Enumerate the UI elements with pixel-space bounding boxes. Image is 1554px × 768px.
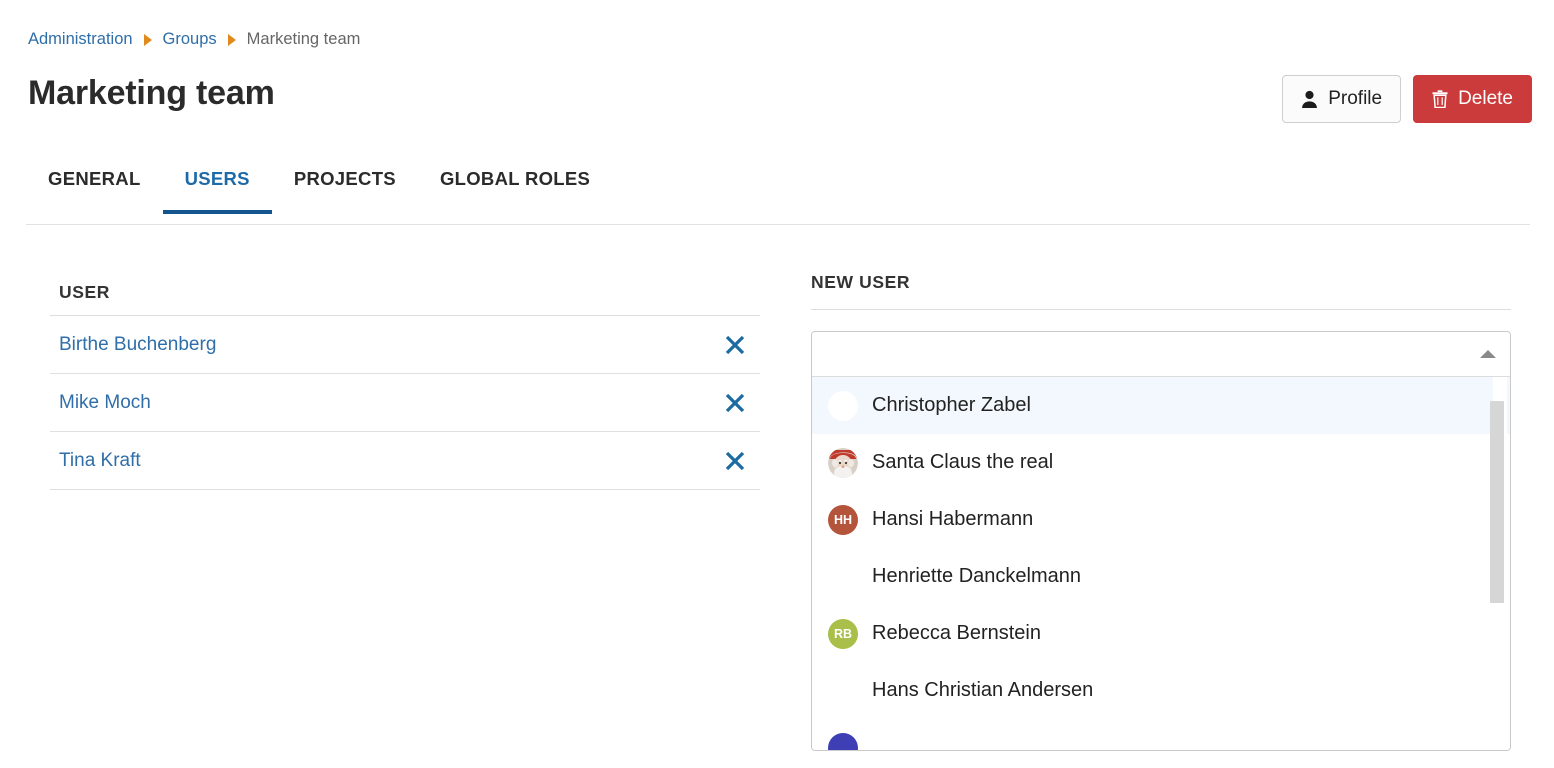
tab-global-roles[interactable]: GLOBAL ROLES bbox=[418, 168, 612, 214]
avatar-initials: HH bbox=[834, 513, 852, 527]
profile-button-label: Profile bbox=[1328, 88, 1382, 110]
avatar-initials: RB bbox=[834, 627, 852, 641]
page-root: Administration Groups Marketing team Mar… bbox=[0, 0, 1554, 768]
new-user-panel: NEW USER Christopher Zabel bbox=[811, 272, 1511, 751]
avatar: RB bbox=[828, 619, 858, 649]
breadcrumb-separator-icon bbox=[228, 34, 236, 46]
list-item[interactable]: Hans Christian Andersen bbox=[812, 662, 1510, 719]
tab-general[interactable]: GENERAL bbox=[28, 168, 163, 214]
member-name-link[interactable]: Birthe Buchenberg bbox=[59, 334, 216, 356]
tab-projects[interactable]: PROJECTS bbox=[272, 168, 418, 214]
list-item-label: Hansi Habermann bbox=[872, 508, 1033, 531]
member-name-link[interactable]: Tina Kraft bbox=[59, 450, 141, 472]
table-row: Tina Kraft bbox=[50, 432, 760, 490]
breadcrumb-item-administration[interactable]: Administration bbox=[28, 30, 133, 49]
tab-bar: GENERAL USERS PROJECTS GLOBAL ROLES bbox=[28, 168, 612, 212]
list-item[interactable]: Henriette Danckelmann bbox=[812, 548, 1510, 605]
list-item[interactable]: Christopher Zabel bbox=[812, 377, 1510, 434]
tab-bar-divider bbox=[26, 224, 1530, 225]
avatar bbox=[828, 391, 858, 421]
user-column-header: USER bbox=[50, 282, 760, 315]
avatar: HH bbox=[828, 505, 858, 535]
list-item[interactable] bbox=[812, 719, 1510, 750]
list-item[interactable]: RB Rebecca Bernstein bbox=[812, 605, 1510, 662]
avatar bbox=[828, 676, 858, 706]
new-user-label: NEW USER bbox=[811, 272, 1511, 309]
breadcrumb-item-current: Marketing team bbox=[247, 30, 361, 49]
chevron-up-icon[interactable] bbox=[1480, 350, 1496, 358]
close-x-icon[interactable] bbox=[722, 448, 748, 474]
new-user-select[interactable]: Christopher Zabel bbox=[811, 331, 1511, 751]
list-item-label: Rebecca Bernstein bbox=[872, 622, 1041, 645]
profile-button[interactable]: Profile bbox=[1282, 75, 1401, 123]
list-item-label: Henriette Danckelmann bbox=[872, 565, 1081, 588]
list-item-label: Hans Christian Andersen bbox=[872, 679, 1093, 702]
breadcrumb-separator-icon bbox=[144, 34, 152, 46]
close-x-icon[interactable] bbox=[722, 332, 748, 358]
table-row: Mike Moch bbox=[50, 374, 760, 432]
list-item-label: Christopher Zabel bbox=[872, 394, 1031, 417]
avatar bbox=[828, 448, 858, 478]
tab-users[interactable]: USERS bbox=[163, 168, 272, 214]
delete-button-label: Delete bbox=[1458, 88, 1513, 110]
new-user-select-input[interactable] bbox=[812, 332, 1510, 377]
trash-icon bbox=[1432, 90, 1448, 108]
delete-button[interactable]: Delete bbox=[1413, 75, 1532, 123]
members-panel: USER Birthe Buchenberg Mike Moch Tina Kr… bbox=[50, 282, 760, 490]
breadcrumb: Administration Groups Marketing team bbox=[28, 30, 360, 49]
header-actions: Profile Delete bbox=[1282, 75, 1532, 123]
person-icon bbox=[1301, 90, 1318, 108]
page-title: Marketing team bbox=[28, 74, 275, 113]
avatar bbox=[828, 562, 858, 592]
dropdown-scrollbar-track[interactable] bbox=[1493, 377, 1507, 750]
dropdown-scrollbar-thumb[interactable] bbox=[1490, 401, 1504, 603]
list-item[interactable]: Santa Claus the real bbox=[812, 434, 1510, 491]
list-item-label: Santa Claus the real bbox=[872, 451, 1053, 474]
close-x-icon[interactable] bbox=[722, 390, 748, 416]
new-user-option-list: Christopher Zabel bbox=[812, 377, 1510, 750]
avatar bbox=[828, 733, 858, 751]
breadcrumb-item-groups[interactable]: Groups bbox=[163, 30, 217, 49]
member-name-link[interactable]: Mike Moch bbox=[59, 392, 151, 414]
table-row: Birthe Buchenberg bbox=[50, 316, 760, 374]
list-item[interactable]: HH Hansi Habermann bbox=[812, 491, 1510, 548]
